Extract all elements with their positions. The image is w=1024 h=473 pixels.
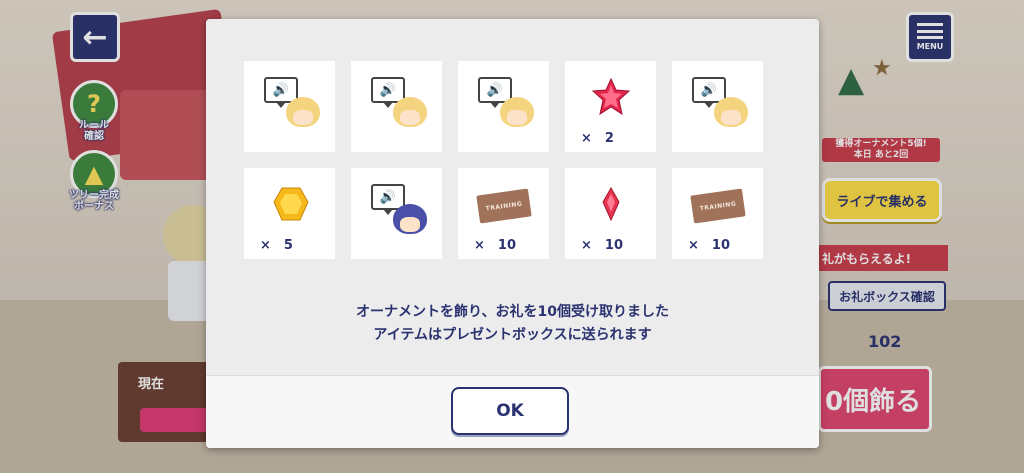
reward-item-voice[interactable]: 🔊 bbox=[458, 61, 549, 152]
reward-item-voice[interactable]: 🔊 bbox=[351, 168, 442, 259]
red-crystal-icon bbox=[602, 186, 620, 222]
training-ticket-icon: TRAINING bbox=[690, 188, 746, 224]
character-face-icon bbox=[393, 204, 427, 234]
character-face-icon bbox=[500, 97, 534, 127]
message-line-2: アイテムはプレゼントボックスに送られます bbox=[373, 327, 652, 343]
reward-item-red-crystal: × 10 bbox=[565, 168, 656, 259]
item-quantity: × 5 bbox=[260, 238, 293, 253]
item-quantity: × 10 bbox=[474, 238, 516, 253]
yellow-gem-icon bbox=[273, 187, 309, 221]
training-ticket-icon: TRAINING bbox=[476, 188, 532, 224]
reward-grid: 🔊 🔊 🔊 × 2 🔊 × 5 🔊 TRAINING × 10 × 10 TRA… bbox=[244, 61, 767, 259]
message-line-1: オーナメントを飾り、お礼を10個受け取りました bbox=[356, 304, 669, 320]
reward-item-star-gem: × 2 bbox=[565, 61, 656, 152]
reward-item-training-ticket: TRAINING × 10 bbox=[672, 168, 763, 259]
reward-item-yellow-gem: × 5 bbox=[244, 168, 335, 259]
item-quantity: × 2 bbox=[581, 131, 614, 146]
reward-item-voice[interactable]: 🔊 bbox=[244, 61, 335, 152]
item-quantity: × 10 bbox=[581, 238, 623, 253]
star-gem-icon bbox=[591, 77, 631, 116]
reward-item-training-ticket: TRAINING × 10 bbox=[458, 168, 549, 259]
reward-dialog: 🔊 🔊 🔊 × 2 🔊 × 5 🔊 TRAINING × 10 × 10 TRA… bbox=[206, 19, 819, 448]
character-face-icon bbox=[393, 97, 427, 127]
character-face-icon bbox=[714, 97, 748, 127]
ok-button[interactable]: OK bbox=[451, 387, 569, 435]
character-face-icon bbox=[286, 97, 320, 127]
reward-item-voice[interactable]: 🔊 bbox=[672, 61, 763, 152]
reward-item-voice[interactable]: 🔊 bbox=[351, 61, 442, 152]
item-quantity: × 10 bbox=[688, 238, 730, 253]
reward-message: オーナメントを飾り、お礼を10個受け取りました アイテムはプレゼントボックスに送… bbox=[206, 301, 819, 347]
dialog-body: 🔊 🔊 🔊 × 2 🔊 × 5 🔊 TRAINING × 10 × 10 TRA… bbox=[206, 19, 819, 375]
